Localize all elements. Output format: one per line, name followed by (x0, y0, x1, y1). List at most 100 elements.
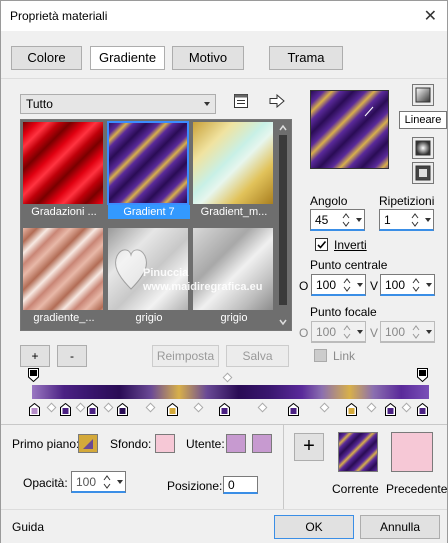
save-button[interactable]: Salva (226, 345, 289, 367)
link-checkbox[interactable] (314, 349, 327, 362)
color-stop[interactable] (219, 403, 230, 416)
tab-divider (1, 78, 447, 79)
opacity-stepper[interactable]: 100 (71, 471, 126, 493)
user-label: Utente: (186, 437, 225, 451)
spin-arrows-icon[interactable] (341, 323, 353, 341)
focal-v-value: 100 (385, 325, 406, 339)
spin-arrows-icon[interactable] (101, 473, 113, 491)
position-field[interactable]: 0 (223, 476, 258, 494)
foreground-label: Primo piano: (12, 437, 80, 451)
user-swatch-2[interactable] (252, 434, 272, 453)
category-dropdown[interactable]: Tutto (20, 94, 216, 114)
gradient-swatch (107, 121, 189, 205)
spin-arrows-icon[interactable] (410, 323, 422, 341)
color-stop[interactable] (29, 403, 40, 416)
focal-v-stepper[interactable]: 100 (380, 321, 435, 343)
foreground-swatch[interactable] (78, 434, 98, 453)
color-midpoint[interactable] (145, 402, 156, 413)
previous-swatch[interactable] (391, 432, 433, 472)
tab-trama[interactable]: Trama (269, 46, 343, 70)
close-icon[interactable]: ✕ (424, 6, 437, 26)
invert-label[interactable]: Inverti (334, 238, 367, 252)
chevron-down-icon[interactable] (426, 283, 432, 287)
color-stop[interactable] (346, 403, 357, 416)
color-midpoint[interactable] (257, 402, 268, 413)
scroll-up-icon[interactable] (276, 123, 290, 133)
opacity-stop-left[interactable] (28, 368, 39, 382)
remove-stop-button[interactable]: - (57, 345, 87, 367)
background-swatch[interactable] (155, 434, 175, 453)
spin-arrows-icon[interactable] (340, 211, 352, 229)
tab-colore[interactable]: Colore (11, 46, 82, 70)
angle-handle-icon[interactable] (311, 91, 390, 170)
color-stop[interactable] (288, 403, 299, 416)
center-v-value: 100 (385, 278, 406, 292)
angle-label: Angolo (310, 194, 348, 208)
reset-button[interactable]: Reimposta (152, 345, 219, 367)
gallery-scrollbar[interactable] (276, 121, 290, 329)
previous-label: Precedente (386, 482, 448, 496)
user-swatch-1[interactable] (226, 434, 246, 453)
chevron-down-icon[interactable] (425, 218, 431, 222)
gradient-preview[interactable] (310, 90, 389, 169)
tab-motivo[interactable]: Motivo (172, 46, 244, 70)
current-swatch[interactable] (338, 432, 378, 472)
chevron-down-icon[interactable] (426, 330, 432, 334)
color-stop[interactable] (117, 403, 128, 416)
repeats-value: 1 (384, 213, 391, 227)
focal-v-label: V (370, 326, 379, 340)
chevron-down-icon[interactable] (357, 330, 363, 334)
style-linear-button[interactable] (412, 84, 434, 106)
color-midpoint[interactable] (366, 402, 377, 413)
gradient-bar[interactable] (32, 385, 429, 399)
opacity-stop-right[interactable] (417, 368, 428, 382)
watermark-line1: Pinuccia (143, 267, 189, 279)
style-radial-button[interactable] (412, 137, 434, 159)
color-stop[interactable] (417, 403, 428, 416)
cancel-button[interactable]: Annulla (360, 515, 440, 539)
scroll-down-icon[interactable] (276, 317, 290, 327)
color-midpoint[interactable] (193, 402, 204, 413)
opacity-midpoint[interactable] (222, 372, 233, 383)
color-midpoint[interactable] (103, 402, 114, 413)
gallery-item[interactable]: Gradient_m... (193, 122, 273, 219)
color-midpoint[interactable] (75, 402, 86, 413)
arrow-right-icon[interactable] (269, 93, 285, 109)
color-stop[interactable] (385, 403, 396, 416)
add-stop-button[interactable]: + (20, 345, 50, 367)
color-midpoint[interactable] (46, 402, 57, 413)
focal-point-label: Punto focale (310, 305, 377, 319)
gallery-item-selected[interactable]: Gradient 7 (107, 121, 190, 219)
focal-o-value: 100 (316, 325, 337, 339)
angle-stepper[interactable]: 45 (310, 209, 365, 231)
color-stop[interactable] (87, 403, 98, 416)
center-v-stepper[interactable]: 100 (380, 274, 435, 296)
list-view-icon[interactable] (233, 93, 249, 109)
gallery-item[interactable]: gradiente_... (23, 228, 103, 325)
add-to-swatches-button[interactable]: + (294, 433, 324, 461)
color-stop[interactable] (167, 403, 178, 416)
chevron-down-icon[interactable] (356, 218, 362, 222)
center-o-stepper[interactable]: 100 (311, 274, 366, 296)
repeats-stepper[interactable]: 1 (379, 209, 434, 231)
background-label: Sfondo: (110, 437, 152, 451)
spin-arrows-icon[interactable] (410, 276, 422, 294)
focal-o-stepper[interactable]: 100 (311, 321, 366, 343)
scrollbar-thumb[interactable] (279, 135, 287, 305)
chevron-down-icon[interactable] (117, 480, 123, 484)
invert-checkbox[interactable] (315, 238, 328, 251)
gradient-gallery: Gradazioni ... Gradient 7 Gradient_m... … (20, 119, 292, 331)
help-link[interactable]: Guida (12, 520, 44, 534)
color-midpoint[interactable] (401, 402, 412, 413)
color-midpoint[interactable] (319, 402, 330, 413)
style-rectangular-button[interactable] (412, 162, 434, 184)
gallery-item[interactable]: Gradazioni ... (23, 122, 103, 219)
ok-button[interactable]: OK (274, 515, 354, 539)
tab-gradiente[interactable]: Gradiente (90, 46, 165, 70)
spin-arrows-icon[interactable] (409, 211, 421, 229)
spin-arrows-icon[interactable] (341, 276, 353, 294)
color-stop[interactable] (60, 403, 71, 416)
chevron-down-icon[interactable] (357, 283, 363, 287)
title-bar: Proprietà materiali ✕ (1, 1, 447, 31)
center-o-value: 100 (316, 278, 337, 292)
